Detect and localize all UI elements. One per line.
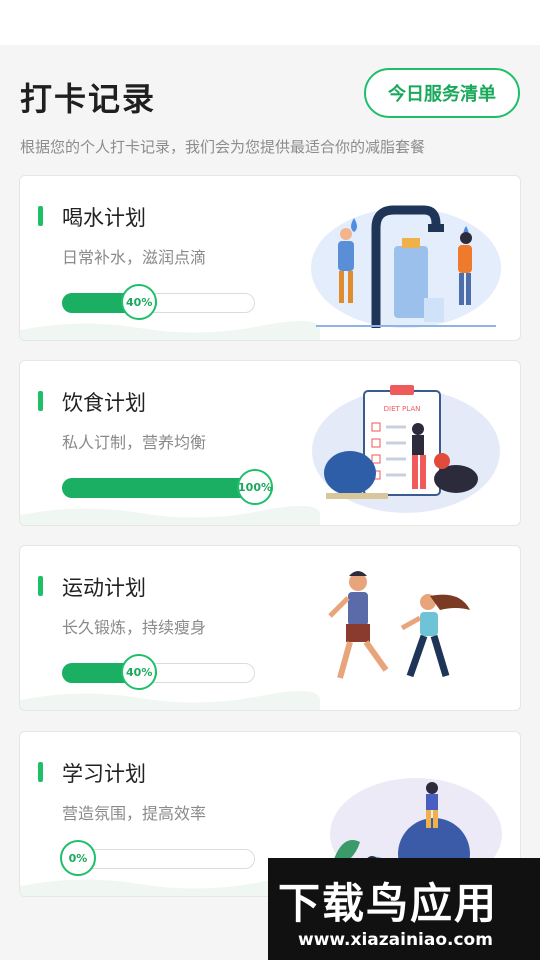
watermark-url: www.xiazainiao.com bbox=[298, 930, 493, 950]
title-marker bbox=[38, 391, 43, 411]
diet-illustration: DIET PLAN bbox=[312, 385, 500, 513]
water-illustration bbox=[311, 205, 501, 328]
plan-title: 饮食计划 bbox=[62, 391, 146, 415]
watermark-logo: 下载鸟应用 www.xiazainiao.com bbox=[268, 858, 540, 960]
progress-knob: 0% bbox=[60, 840, 96, 876]
progress-knob: 40% bbox=[121, 654, 158, 690]
today-service-list-button[interactable]: 今日服务清单 bbox=[364, 68, 520, 118]
top-bar bbox=[0, 0, 540, 45]
plan-card-diet[interactable]: 饮食计划 私人订制，营养均衡 100% DIET PLAN bbox=[19, 360, 521, 526]
diet-plan-label: DIET PLAN bbox=[384, 405, 421, 413]
title-marker bbox=[38, 206, 43, 226]
page-subtitle: 根据您的个人打卡记录，我们会为您提供最适合你的减脂套餐 bbox=[20, 138, 426, 156]
plan-desc: 长久锻炼，持续瘦身 bbox=[62, 618, 207, 637]
watermark-brand: 下载鸟应用 bbox=[278, 879, 499, 928]
plan-desc: 营造氛围，提高效率 bbox=[62, 804, 207, 823]
progress-knob: 40% bbox=[121, 284, 158, 320]
checkin-page: 打卡记录 今日服务清单 根据您的个人打卡记录，我们会为您提供最适合你的减脂套餐 … bbox=[0, 46, 540, 910]
title-marker bbox=[38, 576, 43, 596]
progress-knob: 100% bbox=[237, 469, 273, 505]
runners-illustration bbox=[328, 571, 470, 679]
plan-desc: 私人订制，营养均衡 bbox=[62, 433, 207, 452]
plan-title: 学习计划 bbox=[62, 762, 146, 786]
plan-card-exercise[interactable]: 运动计划 长久锻炼，持续瘦身 40% bbox=[19, 545, 521, 711]
plan-title: 运动计划 bbox=[62, 576, 146, 600]
plan-title: 喝水计划 bbox=[62, 206, 146, 230]
plan-card-water[interactable]: 喝水计划 日常补水，滋润点滴 40% bbox=[19, 175, 521, 341]
title-marker bbox=[38, 762, 43, 782]
page-title: 打卡记录 bbox=[20, 80, 157, 118]
plan-desc: 日常补水，滋润点滴 bbox=[62, 248, 207, 267]
